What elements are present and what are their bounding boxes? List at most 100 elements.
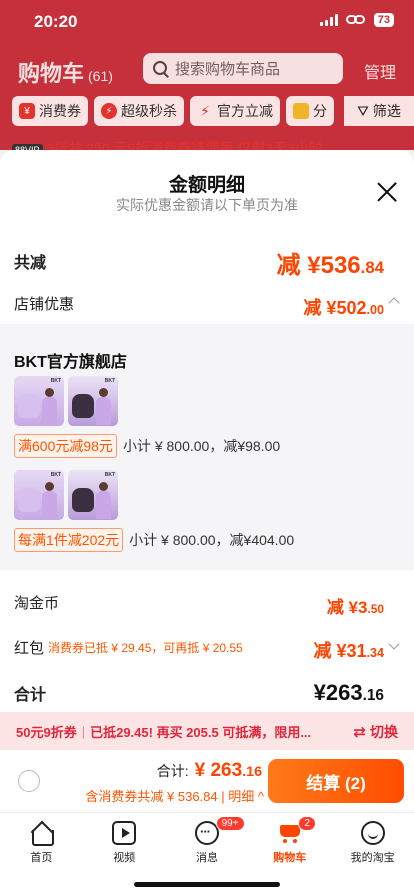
- filter-chip-official-discount[interactable]: ⚡ 官方立减: [190, 96, 280, 126]
- product-thumbnail[interactable]: BKT: [14, 376, 64, 426]
- amount-cents: .84: [360, 258, 384, 277]
- chevron-down-icon[interactable]: [388, 638, 400, 650]
- total-label: 合计: [14, 687, 47, 704]
- amount-prefix: 减 ¥: [326, 598, 358, 617]
- promo-subtotal: 小计 ¥ 800.00，减¥98.00: [122, 438, 281, 454]
- select-all-checkbox[interactable]: [18, 770, 40, 792]
- home-indicator: [134, 882, 280, 887]
- cart-count: (61): [88, 68, 113, 84]
- tab-label: 视频: [113, 852, 136, 864]
- amount-prefix: 减 ¥: [276, 252, 321, 279]
- hotspot-link-icon: [345, 14, 366, 26]
- sheet-title: 金额明细: [168, 175, 245, 196]
- thumb-brand: BKT: [50, 472, 61, 478]
- amount-int: 536: [320, 252, 361, 279]
- discount-summary[interactable]: 含消费券共减 ¥ 536.84 | 明细 ^: [85, 786, 264, 805]
- switch-icon: ⇄: [353, 724, 366, 741]
- tab-home[interactable]: 首页: [0, 813, 83, 896]
- manage-button[interactable]: 管理: [364, 59, 396, 83]
- promo-line: 每满1件减202元 小计 ¥ 800.00，减¥404.00: [14, 528, 294, 552]
- filter-chip-coupon[interactable]: ¥ 消费券: [12, 96, 88, 126]
- amount-prefix: 减 ¥: [313, 641, 347, 661]
- page-title: 购物车 (61): [18, 56, 113, 88]
- close-icon[interactable]: [376, 181, 398, 203]
- search-placeholder: 搜索购物车商品: [175, 61, 281, 78]
- filter-chip-label: 超级秒杀: [121, 103, 177, 119]
- product-thumbnail[interactable]: BKT: [68, 470, 118, 520]
- amount-cents: .50: [367, 602, 384, 616]
- coupon-progress: 已抵29.45! 再买 205.5 可抵满，限用...: [90, 724, 312, 740]
- total-amount: ¥263.16: [314, 680, 384, 706]
- amount-int: 502: [336, 298, 367, 318]
- tab-label: 我的淘宝: [350, 852, 395, 864]
- taojinbi-amount: 减 ¥3.50: [327, 593, 384, 618]
- page-title-text: 购物车: [18, 61, 85, 86]
- checkout-bar: 合计: ¥ 263.16 含消费券共减 ¥ 536.84 | 明细 ^ 结算 (…: [0, 750, 414, 812]
- sum-line: 合计: ¥ 263.16: [157, 760, 262, 782]
- cart-badge: 2: [298, 816, 316, 831]
- filter-screen-button[interactable]: ⛛ 筛选: [344, 96, 414, 126]
- chevron-up-icon: ^: [257, 789, 264, 804]
- amount-prefix: 减 ¥: [303, 298, 337, 318]
- coupon-icon: ¥: [19, 103, 35, 119]
- total-reduce-label: 共减: [14, 255, 47, 272]
- promo-tag: 满600元减98元: [14, 434, 117, 458]
- sum-label: 合计:: [156, 763, 189, 779]
- filter-icon: ⛛: [357, 102, 369, 119]
- thumb-brand: BKT: [50, 378, 61, 384]
- taojinbi-label: 淘金币: [14, 595, 60, 612]
- filter-chip-label: 官方立减: [217, 103, 273, 119]
- amount-int: 31: [346, 641, 367, 661]
- home-icon: [29, 821, 55, 846]
- search-input[interactable]: 搜索购物车商品: [143, 53, 343, 84]
- product-thumbnail[interactable]: BKT: [14, 470, 64, 520]
- redpack-label: 红包: [14, 640, 45, 657]
- divider: |: [81, 723, 86, 739]
- filter-chip-category[interactable]: 分: [286, 96, 334, 126]
- shop-discount-label: 店铺优惠: [14, 296, 75, 313]
- coupon-bar: 50元9折券 | 已抵29.45! 再买 205.5 可抵满，限用... ⇄ 切…: [0, 712, 414, 750]
- status-bar: 20:20 73: [0, 0, 414, 44]
- tab-label: 购物车: [273, 852, 307, 864]
- switch-label: 切换: [370, 724, 398, 740]
- thumb-brand: BKT: [104, 378, 115, 384]
- sum-int: 263: [210, 760, 243, 781]
- amount-cents: .16: [362, 687, 384, 704]
- filter-chip-label: 消费券: [39, 103, 81, 119]
- filter-screen-label: 筛选: [372, 103, 401, 119]
- detail-link[interactable]: 明细: [228, 789, 254, 804]
- filter-chip-flash-sale[interactable]: ⚡ 超级秒杀: [94, 96, 184, 126]
- promo-tag: 每满1件减202元: [14, 528, 124, 552]
- promo-subtotal: 小计 ¥ 800.00，减¥404.00: [129, 532, 295, 548]
- tab-label: 首页: [30, 852, 53, 864]
- tab-profile[interactable]: 我的淘宝: [331, 813, 414, 896]
- folder-icon: [293, 103, 309, 119]
- promo-line: 满600元减98元 小计 ¥ 800.00，减¥98.00: [14, 434, 280, 458]
- product-thumbnail[interactable]: BKT: [68, 376, 118, 426]
- chevron-up-icon[interactable]: [388, 297, 400, 309]
- tab-label: 消息: [195, 852, 218, 864]
- amount-detail-sheet: 金额明细 实际优惠金额请以下单页为准 共减 减 ¥536.84 店铺优惠 减 ¥…: [0, 150, 414, 746]
- settle-button[interactable]: 结算 (2): [268, 759, 404, 803]
- shop-name: BKT官方旗舰店: [14, 354, 127, 371]
- signal-icon: [319, 14, 338, 26]
- shop-discount-amount[interactable]: 减 ¥502.00: [303, 294, 384, 320]
- switch-coupon-button[interactable]: ⇄ 切换: [353, 722, 398, 742]
- battery-icon: 73: [373, 13, 394, 27]
- search-icon: [153, 60, 169, 77]
- shop-discount-panel: BKT官方旗舰店 BKT BKT 满600元减98元 小计 ¥ 800.00，减…: [0, 324, 414, 570]
- amount-int: 263: [325, 680, 363, 705]
- status-icons: 73: [319, 13, 394, 27]
- message-badge: 99+: [215, 816, 245, 831]
- total-reduce-amount: 减 ¥536.84: [277, 245, 384, 280]
- bolt-icon: ⚡: [200, 102, 210, 119]
- amount-cents: .00: [366, 303, 384, 317]
- sum-prefix: ¥: [194, 760, 211, 781]
- amount-prefix: ¥: [313, 680, 326, 705]
- discount-text: 含消费券共减 ¥ 536.84: [85, 789, 218, 804]
- thumb-brand: BKT: [104, 472, 115, 478]
- sum-cents: .16: [242, 764, 262, 780]
- redpack-amount[interactable]: 减 ¥31.34: [313, 637, 384, 663]
- amount-cents: .34: [366, 646, 384, 660]
- flash-sale-icon: ⚡: [101, 103, 117, 119]
